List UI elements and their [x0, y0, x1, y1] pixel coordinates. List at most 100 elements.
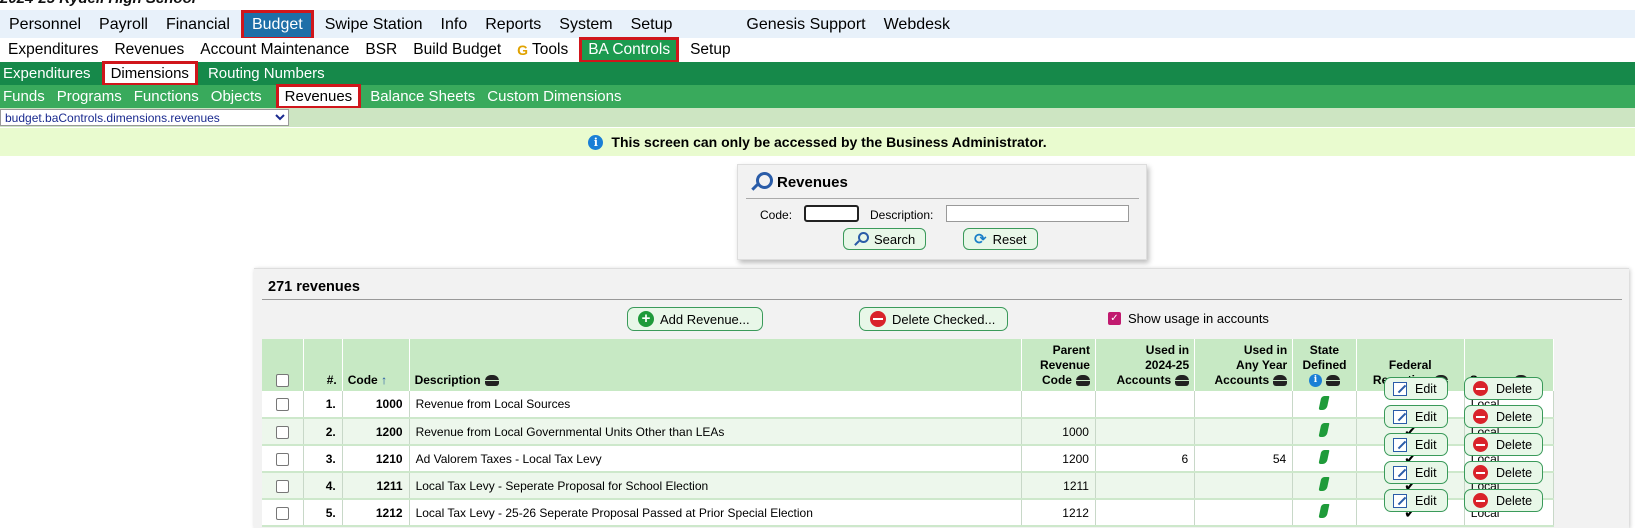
column-options-icon[interactable] — [1273, 375, 1288, 387]
new-jersey-icon — [1318, 395, 1330, 410]
used-cur-header-l2: 2024-25 — [1145, 358, 1190, 372]
row-checkbox[interactable] — [275, 479, 289, 493]
delete-button[interactable]: Delete — [1464, 377, 1544, 400]
edit-button[interactable]: Edit — [1384, 433, 1448, 456]
budget-sub-menu: Expenditures Revenues Account Maintenanc… — [0, 37, 1635, 63]
delete-label: Delete — [1496, 437, 1533, 452]
sub-menu-revenues[interactable]: Revenues — [106, 38, 192, 62]
delete-button[interactable]: Delete — [1464, 489, 1544, 512]
column-options-icon[interactable] — [1075, 375, 1090, 387]
new-jersey-icon — [1318, 450, 1330, 464]
row-checkbox[interactable] — [275, 452, 289, 466]
state-defined-header[interactable]: State Defined i — [1292, 339, 1357, 391]
screen-path-select[interactable]: budget.baControls.dimensions.revenues — [0, 109, 289, 126]
row-number: 3. — [303, 445, 343, 473]
refresh-icon: ⟳ — [974, 231, 987, 248]
sub-menu-setup[interactable]: Setup — [682, 38, 739, 62]
edit-icon — [1393, 381, 1407, 396]
delete-button[interactable]: Delete — [1464, 461, 1544, 484]
sub-menu-ba-controls[interactable]: BA Controls — [579, 37, 680, 63]
top-menu-financial[interactable]: Financial — [157, 12, 239, 38]
sub-menu-build-budget[interactable]: Build Budget — [405, 38, 509, 62]
dim-menu-funds[interactable]: Funds — [0, 85, 54, 108]
dim-menu-objects[interactable]: Objects — [208, 85, 271, 108]
row-state-defined — [1292, 499, 1357, 527]
sub-menu-account-maintenance[interactable]: Account Maintenance — [192, 38, 357, 62]
description-header[interactable]: Description — [409, 339, 1023, 391]
used-cur-header-l1: Used in — [1145, 343, 1190, 357]
top-menu-system[interactable]: System — [550, 12, 621, 38]
top-menu-webdesk[interactable]: Webdesk — [875, 12, 959, 38]
code-input[interactable] — [804, 205, 859, 222]
dim-menu-revenues[interactable]: Revenues — [275, 84, 362, 109]
show-usage-label: Show usage in accounts — [1128, 311, 1269, 326]
top-menu-info[interactable]: Info — [432, 12, 477, 38]
code-header[interactable]: Code ↑ — [342, 339, 410, 391]
num-header: #. — [303, 339, 343, 391]
row-checkbox[interactable] — [275, 425, 289, 439]
ba-menu-expenditures[interactable]: Expenditures — [0, 62, 97, 85]
show-usage-toggle[interactable]: ✓ Show usage in accounts — [1108, 311, 1269, 326]
top-menu-swipe-station[interactable]: Swipe Station — [316, 12, 432, 38]
top-menu-personnel[interactable]: Personnel — [0, 12, 90, 38]
row-select-cell — [262, 418, 304, 446]
dim-menu-custom-dimensions[interactable]: Custom Dimensions — [484, 85, 630, 108]
select-all-checkbox[interactable] — [275, 374, 289, 388]
used-current-year-header[interactable]: Used in 2024-25 Accounts — [1095, 339, 1196, 391]
delete-button[interactable]: Delete — [1464, 433, 1544, 456]
dim-menu-balance-sheets[interactable]: Balance Sheets — [367, 85, 484, 108]
top-menu-setup[interactable]: Setup — [622, 12, 682, 38]
top-menu-payroll[interactable]: Payroll — [90, 12, 157, 38]
edit-label: Edit — [1415, 381, 1437, 396]
used-any-year-header[interactable]: Used in Any Year Accounts — [1194, 339, 1294, 391]
dim-menu-programs[interactable]: Programs — [54, 85, 131, 108]
edit-button[interactable]: Edit — [1384, 377, 1448, 400]
description-input[interactable] — [946, 205, 1129, 222]
row-used-current-year — [1095, 499, 1196, 527]
dim-menu-functions[interactable]: Functions — [131, 85, 208, 108]
parent-code-header[interactable]: Parent Revenue Code — [1021, 339, 1096, 391]
search-panel: Revenues Code: Description: Search ⟳ Res… — [737, 164, 1147, 260]
row-description: Local Tax Levy - 25-26 Seperate Proposal… — [409, 499, 1023, 527]
search-button[interactable]: Search — [843, 228, 927, 250]
add-revenue-button[interactable]: + Add Revenue... — [627, 307, 763, 331]
edit-button[interactable]: Edit — [1384, 405, 1448, 428]
delete-button[interactable]: Delete — [1464, 405, 1544, 428]
row-code: 1000 — [342, 391, 410, 419]
column-options-icon[interactable] — [484, 375, 499, 387]
school-title: 2024-25 Rydell High School — [0, 0, 196, 8]
sub-menu-bsr[interactable]: BSR — [357, 38, 405, 62]
reset-button[interactable]: ⟳ Reset — [963, 228, 1038, 250]
table-row: 1. 1000 Revenue from Local Sources Local — [262, 391, 1555, 419]
description-label: Description: — [870, 208, 934, 222]
code-label: Code: — [760, 208, 793, 222]
sub-menu-expenditures[interactable]: Expenditures — [0, 38, 106, 62]
edit-button[interactable]: Edit — [1384, 461, 1448, 484]
table-header-row: #. Code ↑ Description Parent Revenue Code … — [262, 339, 1555, 391]
column-options-icon[interactable] — [1325, 375, 1340, 387]
magnifier-icon — [750, 171, 773, 193]
edit-button[interactable]: Edit — [1384, 489, 1448, 512]
top-menu-genesis-support[interactable]: Genesis Support — [737, 12, 874, 38]
row-parent-code: 1000 — [1021, 418, 1096, 446]
table-row: 5. 1212 Local Tax Levy - 25-26 Seperate … — [262, 499, 1555, 527]
info-icon[interactable]: i — [1308, 374, 1322, 388]
top-menu-reports[interactable]: Reports — [476, 12, 550, 38]
search-panel-title-text: Revenues — [777, 173, 848, 191]
sub-menu-tools[interactable]: G Tools — [509, 38, 576, 62]
row-state-defined — [1292, 418, 1357, 446]
info-message: This screen can only be accessed by the … — [611, 134, 1047, 150]
sub-menu-tools-label: Tools — [532, 41, 569, 58]
ba-menu-routing-numbers[interactable]: Routing Numbers — [205, 62, 331, 85]
top-menu-budget[interactable]: Budget — [240, 10, 314, 40]
delete-checked-button[interactable]: Delete Checked... — [859, 307, 1009, 331]
ba-menu-dimensions[interactable]: Dimensions — [101, 61, 198, 86]
column-options-icon[interactable] — [1175, 375, 1190, 387]
show-usage-checkbox[interactable]: ✓ — [1108, 312, 1121, 325]
row-used-current-year — [1095, 391, 1196, 419]
row-state-defined — [1292, 445, 1357, 473]
row-select-cell — [262, 499, 304, 527]
table-row: 4. 1211 Local Tax Levy - Seperate Propos… — [262, 472, 1555, 500]
delete-label: Delete — [1496, 409, 1533, 424]
row-checkbox[interactable] — [275, 398, 289, 412]
